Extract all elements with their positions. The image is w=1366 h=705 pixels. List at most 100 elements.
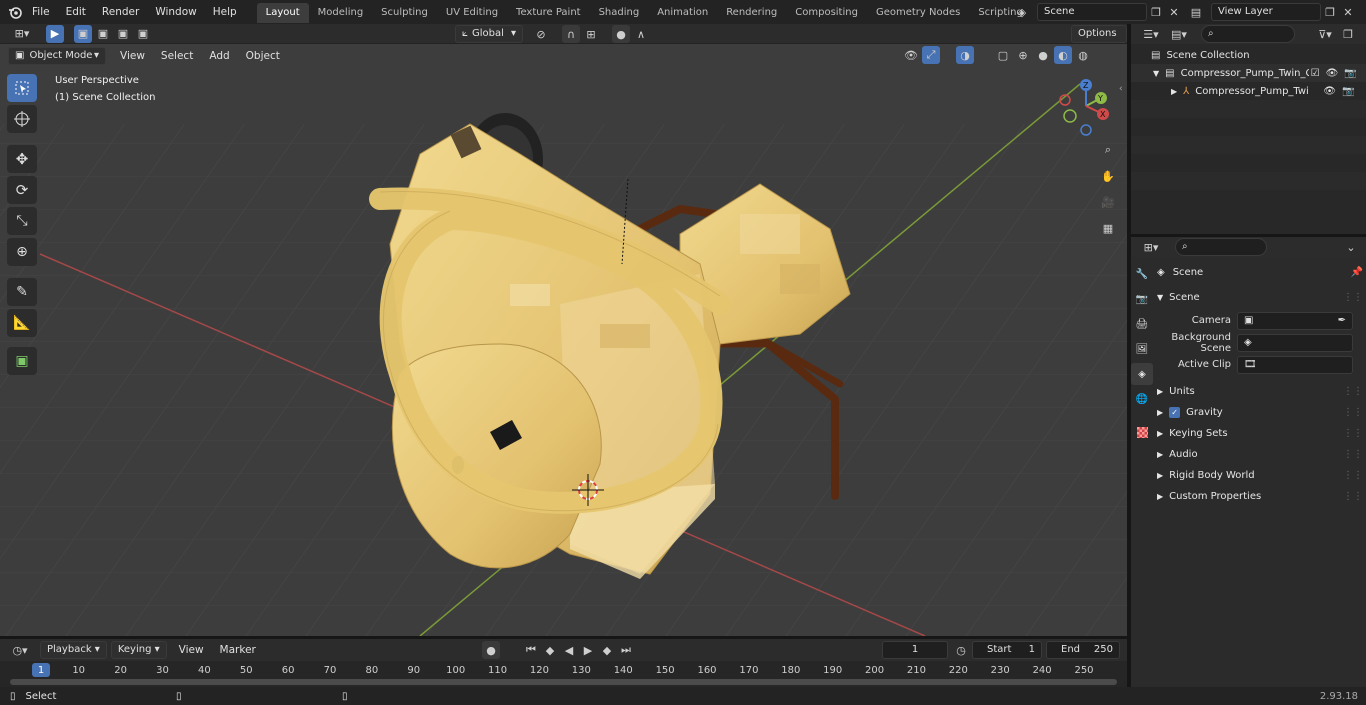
viewport-menu-view[interactable]: View <box>112 46 153 66</box>
tool-tab-icon[interactable]: 🔧 <box>1131 263 1153 285</box>
record-icon[interactable]: ● <box>482 641 500 659</box>
wireframe-shading-icon[interactable]: ⊕ <box>1014 46 1032 64</box>
scene-tab-icon[interactable]: ◈ <box>1131 363 1153 385</box>
solid-shading-icon[interactable]: ● <box>1034 46 1052 64</box>
pivot-point-icon[interactable]: ⊘ <box>532 25 550 43</box>
scale-tool-icon[interactable]: ⤡ <box>7 207 37 235</box>
tab-shading[interactable]: Shading <box>590 3 649 23</box>
chevron-down-icon[interactable]: ⌄ <box>1342 238 1360 256</box>
view-layer-field[interactable]: View Layer <box>1211 3 1321 21</box>
navigation-gizmo[interactable]: Y Z X <box>1055 76 1125 146</box>
orientation-dropdown[interactable]: ⟀ Global ▾ <box>455 25 523 43</box>
frame-ruler[interactable]: 1 10 20 30 40 50 60 70 80 90 100 110 120 130 140 150 160… <box>0 661 1127 687</box>
play-icon[interactable]: ▶ <box>579 641 597 659</box>
properties-search-input[interactable]: ⌕ <box>1175 238 1267 256</box>
3d-viewport[interactable]: ▣ Object Mode ▾ View Select Add Object 👁 ⤢ … <box>0 44 1127 636</box>
texture-tab-icon[interactable] <box>1131 421 1153 443</box>
view-layer-icon[interactable]: ▤ <box>1187 3 1205 21</box>
editor-type-icon[interactable]: ⊞▾ <box>8 25 36 43</box>
panel-audio[interactable]: ▶ Audio ⋮⋮ <box>1157 444 1363 465</box>
menu-edit[interactable]: Edit <box>58 0 94 24</box>
jump-end-icon[interactable]: ⏭ <box>617 641 635 659</box>
new-view-layer-icon[interactable]: ❐ <box>1321 3 1339 21</box>
outliner-item-collection[interactable]: ▼ ▤ Compressor_Pump_Twin_Cyli ☑ 👁 📷 <box>1131 64 1366 82</box>
panel-keying-sets[interactable]: ▶ Keying Sets ⋮⋮ <box>1157 423 1363 444</box>
outliner-search-input[interactable]: ⌕ <box>1201 25 1295 43</box>
drag-handle-icon[interactable]: ⋮⋮ <box>1343 386 1363 397</box>
new-scene-icon[interactable]: ❐ <box>1147 3 1165 21</box>
timeline-menu-view[interactable]: View <box>171 640 212 660</box>
visibility-icon[interactable]: 👁 <box>902 46 920 64</box>
rotate-tool-icon[interactable]: ⟳ <box>7 176 37 204</box>
viewport-menu-select[interactable]: Select <box>153 46 201 66</box>
drag-handle-icon[interactable]: ⋮⋮ <box>1343 491 1363 502</box>
jump-start-icon[interactable]: ⏮ <box>522 641 540 659</box>
view-layer-tab-icon[interactable]: 🖼 <box>1131 338 1153 360</box>
tab-animation[interactable]: Animation <box>648 3 717 23</box>
select-subtract-icon[interactable]: ▣ <box>114 25 132 43</box>
end-frame-field[interactable]: End 250 <box>1046 641 1120 659</box>
checkbox-icon[interactable]: ☑ <box>1311 68 1320 79</box>
editor-type-icon[interactable]: ◷▾ <box>6 641 34 659</box>
pan-hand-icon[interactable]: ✋ <box>1097 166 1119 186</box>
gravity-checkbox[interactable]: ✓ <box>1169 407 1181 418</box>
tab-compositing[interactable]: Compositing <box>786 3 867 23</box>
tab-layout[interactable]: Layout <box>256 3 309 23</box>
drag-handle-icon[interactable]: ⋮⋮ <box>1343 428 1363 439</box>
eyedropper-icon[interactable]: ✒ <box>1338 313 1346 329</box>
filter-icon[interactable]: ⊽▾ <box>1311 25 1339 43</box>
mode-dropdown[interactable]: ▣ Object Mode ▾ <box>8 47 106 65</box>
start-frame-field[interactable]: Start 1 <box>972 641 1042 659</box>
rendered-shading-icon[interactable]: ◍ <box>1074 46 1092 64</box>
zoom-icon[interactable]: ⌕ <box>1097 140 1119 160</box>
world-tab-icon[interactable]: 🌐 <box>1131 388 1153 410</box>
drag-handle-icon[interactable]: ⋮⋮ <box>1343 407 1363 418</box>
drag-handle-icon[interactable]: ⋮⋮ <box>1343 470 1363 481</box>
material-shading-icon[interactable]: ◐ <box>1054 46 1072 64</box>
tab-geometry-nodes[interactable]: Geometry Nodes <box>867 3 969 23</box>
delete-view-layer-icon[interactable]: ✕ <box>1339 3 1357 21</box>
timeline-menu-marker[interactable]: Marker <box>212 640 264 660</box>
viewport-menu-object[interactable]: Object <box>238 46 288 66</box>
display-mode-icon[interactable]: ▤▾ <box>1165 25 1193 43</box>
cursor-tool-icon[interactable] <box>7 105 37 133</box>
drag-handle-icon[interactable]: ⋮⋮ <box>1343 449 1363 460</box>
menu-render[interactable]: Render <box>94 0 147 24</box>
timeline-menu-playback[interactable]: Playback ▾ <box>40 641 107 659</box>
select-tool-icon[interactable] <box>7 74 37 102</box>
render-tab-icon[interactable]: 📷 <box>1131 288 1153 310</box>
falloff-icon[interactable]: ∧ <box>632 25 650 43</box>
new-collection-icon[interactable]: ❐ <box>1339 25 1357 43</box>
expand-arrow-icon[interactable]: ▼ <box>1153 69 1159 78</box>
tab-texture-paint[interactable]: Texture Paint <box>507 3 590 23</box>
play-reverse-icon[interactable]: ◀ <box>560 641 578 659</box>
select-invert-icon[interactable]: ▣ <box>134 25 152 43</box>
tab-uv-editing[interactable]: UV Editing <box>437 3 507 23</box>
viewport-menu-add[interactable]: Add <box>201 46 237 66</box>
eye-icon[interactable]: 👁 <box>1323 86 1336 97</box>
move-tool-icon[interactable]: ✥ <box>7 145 37 173</box>
panel-custom-properties[interactable]: ▶ Custom Properties ⋮⋮ <box>1157 486 1363 507</box>
prev-keyframe-icon[interactable]: ◆ <box>541 641 559 659</box>
camera-icon[interactable]: 📷 <box>1344 68 1356 79</box>
panel-rigid-body-world[interactable]: ▶ Rigid Body World ⋮⋮ <box>1157 465 1363 486</box>
drag-handle-icon[interactable]: ⋮⋮ <box>1343 292 1363 303</box>
add-cube-tool-icon[interactable]: ▣ <box>7 347 37 375</box>
eye-icon[interactable]: 👁 <box>1326 68 1339 79</box>
camera-field[interactable]: ▣ ✒ <box>1237 311 1353 330</box>
outliner-item-object[interactable]: ▶ ⅄ Compressor_Pump_Twin_ 👁 📷 <box>1131 82 1366 100</box>
select-box-tool-icon[interactable]: ▶ <box>46 24 64 43</box>
snap-icon[interactable]: ∩ <box>562 25 580 43</box>
transform-tool-icon[interactable]: ⊕ <box>7 238 37 266</box>
current-frame-field[interactable]: 1 <box>882 641 948 659</box>
tab-sculpting[interactable]: Sculpting <box>372 3 437 23</box>
gizmo-icon[interactable]: ⤢ <box>922 46 940 64</box>
panel-gravity[interactable]: ▶ ✓ Gravity ⋮⋮ <box>1157 402 1363 423</box>
snap-target-icon[interactable]: ⊞ <box>582 25 600 43</box>
camera-view-icon[interactable]: 🎥 <box>1097 192 1119 212</box>
tab-modeling[interactable]: Modeling <box>309 3 373 23</box>
timeline-scrollbar[interactable] <box>10 679 1117 685</box>
pin-icon[interactable]: 📌 <box>1351 267 1363 278</box>
menu-file[interactable]: File <box>24 0 58 24</box>
options-dropdown[interactable]: Options ▾ <box>1071 25 1127 55</box>
